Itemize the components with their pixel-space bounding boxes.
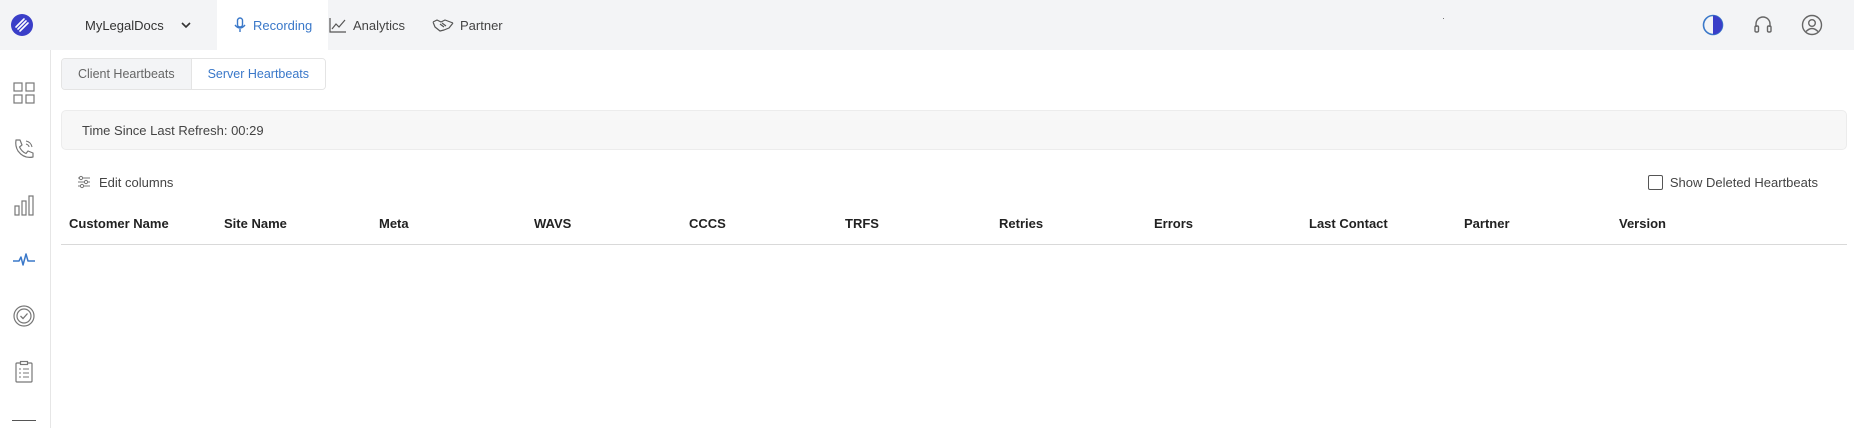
column-header-version[interactable]: Version (1619, 210, 1666, 237)
column-header-cccs[interactable]: CCCS (689, 210, 726, 237)
top-navigation-bar: MyLegalDocs Recording Analytics Partner (0, 0, 1854, 50)
tab-client-heartbeats[interactable]: Client Heartbeats (62, 59, 191, 89)
show-deleted-checkbox[interactable] (1647, 174, 1663, 190)
user-icon[interactable] (1800, 13, 1824, 37)
nav-tab-label: Recording (253, 17, 313, 33)
nav-tab-label: Analytics (353, 17, 406, 33)
column-header-retries[interactable]: Retries (999, 210, 1043, 237)
app-switcher-dropdown[interactable]: MyLegalDocs (85, 0, 192, 50)
nav-tab-recording[interactable]: Recording (217, 0, 329, 50)
refresh-status-text: Time Since Last Refresh: 00:29 (82, 122, 264, 138)
edit-columns-button[interactable]: Edit columns (77, 172, 173, 192)
headset-icon[interactable] (1751, 13, 1775, 37)
nav-tab-label: Partner (460, 17, 503, 33)
nav-tab-partner[interactable]: Partner (432, 0, 503, 50)
check-circle-icon[interactable] (11, 303, 37, 329)
column-header-customer-name[interactable]: Customer Name (69, 210, 169, 237)
refresh-status-bar: Time Since Last Refresh: 00:29 (61, 110, 1847, 150)
chart-line-icon (329, 18, 346, 33)
edit-columns-label: Edit columns (99, 174, 174, 190)
column-header-wavs[interactable]: WAVS (534, 210, 571, 237)
app-name: MyLegalDocs (85, 17, 164, 33)
divider-dot (1443, 18, 1444, 19)
heartbeat-icon[interactable] (11, 247, 37, 273)
column-header-meta[interactable]: Meta (379, 210, 409, 237)
table-header: Customer Name Site Name Meta WAVS CCCS T… (61, 210, 1847, 245)
show-deleted-toggle[interactable]: Show Deleted Heartbeats (1647, 172, 1818, 192)
dashboard-grid-icon[interactable] (11, 80, 37, 106)
handshake-icon (432, 19, 454, 32)
column-header-trfs[interactable]: TRFS (845, 210, 879, 237)
contrast-icon[interactable] (1701, 13, 1725, 37)
chevron-down-icon (181, 22, 191, 29)
sidebar (0, 50, 51, 428)
sidebar-divider (12, 420, 36, 421)
nav-tab-analytics[interactable]: Analytics (329, 0, 405, 50)
app-logo-icon[interactable] (10, 13, 34, 37)
column-header-last-contact[interactable]: Last Contact (1309, 210, 1388, 237)
phone-icon[interactable] (11, 136, 37, 162)
column-header-site-name[interactable]: Site Name (224, 210, 287, 237)
sliders-icon (78, 175, 90, 189)
bar-chart-icon[interactable] (11, 192, 37, 218)
show-deleted-label: Show Deleted Heartbeats (1669, 174, 1818, 190)
column-header-errors[interactable]: Errors (1154, 210, 1193, 237)
tab-server-heartbeats[interactable]: Server Heartbeats (190, 59, 326, 89)
column-header-partner[interactable]: Partner (1464, 210, 1510, 237)
clipboard-list-icon[interactable] (11, 359, 37, 385)
heartbeat-tabs: Client Heartbeats Server Heartbeats (61, 58, 327, 90)
microphone-icon (234, 17, 246, 32)
